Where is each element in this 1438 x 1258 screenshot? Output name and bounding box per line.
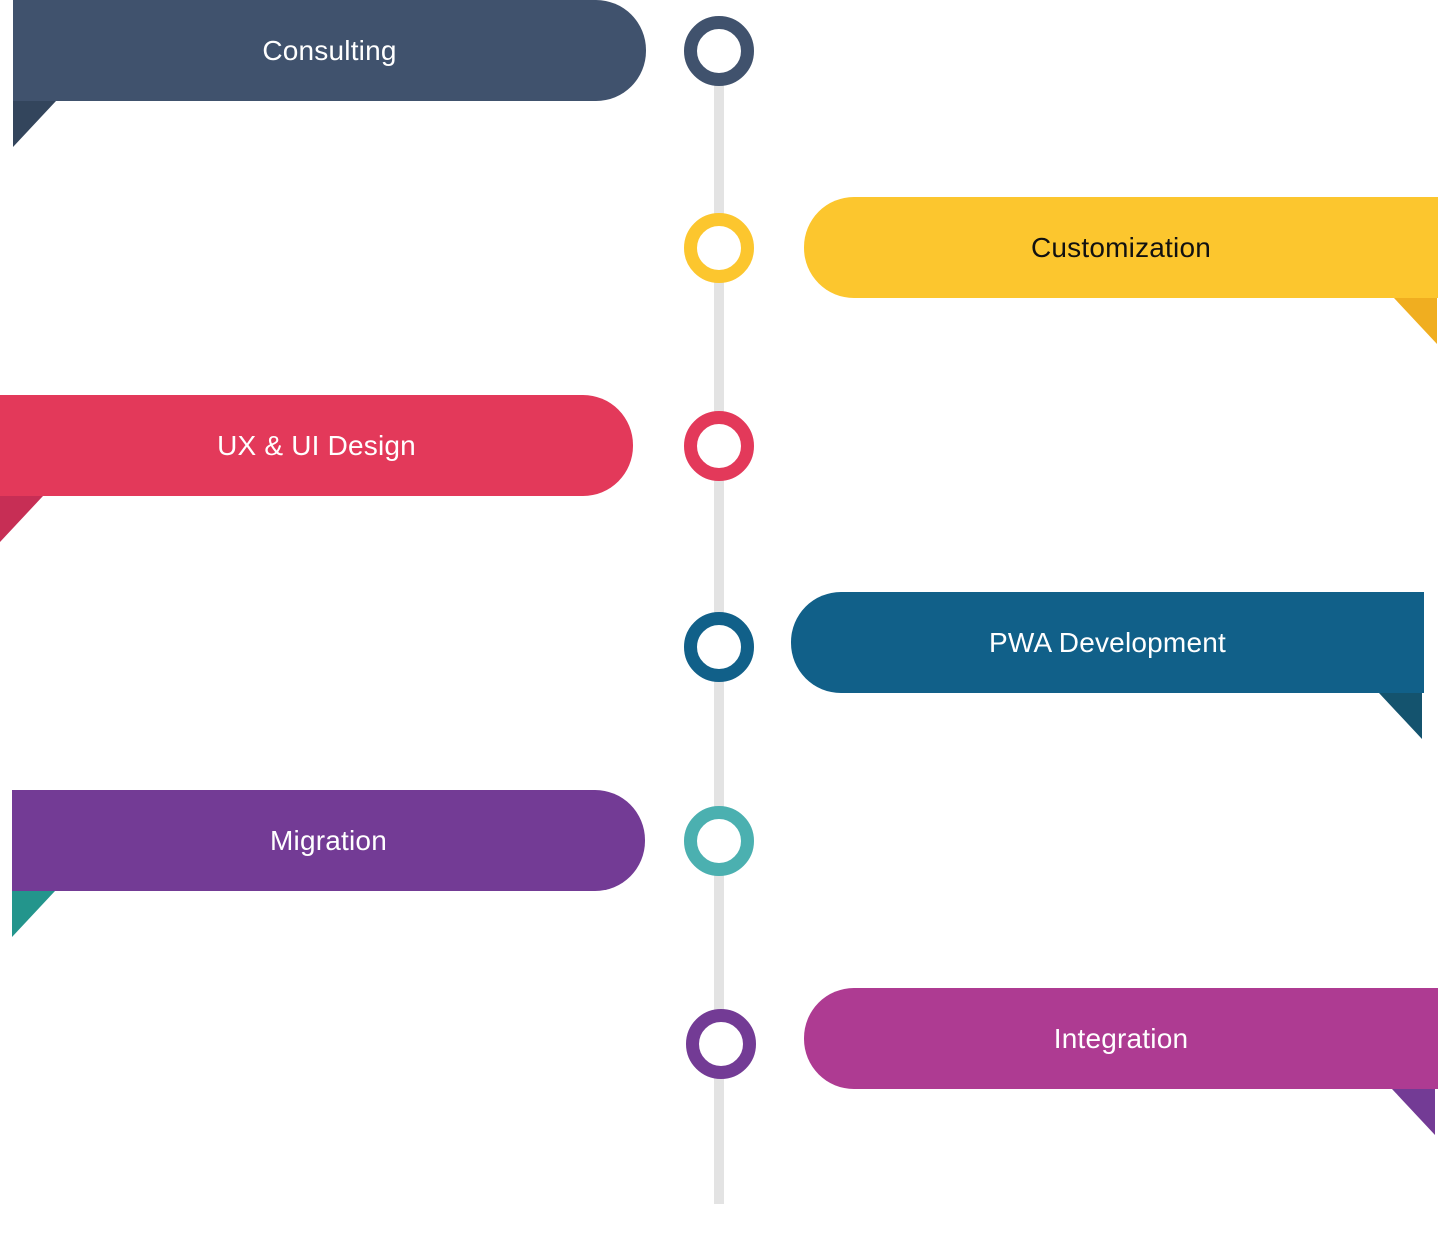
step-banner-consulting: Consulting: [13, 0, 646, 101]
step-banner-customization: Customization: [804, 197, 1438, 298]
banner-fold: [12, 891, 55, 937]
step-banner-integration: Integration: [804, 988, 1438, 1089]
step-label: Customization: [1030, 231, 1211, 263]
timeline-node: [684, 612, 754, 682]
timeline-node: [684, 806, 754, 876]
banner-fold: [1379, 693, 1422, 739]
step-banner-ux-ui-design: UX & UI Design: [0, 395, 633, 496]
timeline-node: [684, 411, 754, 481]
banner-fold: [13, 101, 56, 147]
timeline-node: [686, 1009, 756, 1079]
step-banner-pwa-development: PWA Development: [791, 592, 1424, 693]
step-label: Consulting: [262, 34, 397, 66]
timeline-node: [684, 213, 754, 283]
step-label: PWA Development: [989, 626, 1226, 658]
step-label: UX & UI Design: [217, 429, 416, 461]
step-label: Migration: [270, 824, 387, 856]
step-banner-migration: Migration: [12, 790, 645, 891]
banner-fold: [1392, 1089, 1435, 1135]
step-label: Integration: [1053, 1022, 1189, 1054]
banner-fold: [1394, 298, 1437, 344]
banner-fold: [0, 496, 43, 542]
timeline-node: [684, 16, 754, 86]
